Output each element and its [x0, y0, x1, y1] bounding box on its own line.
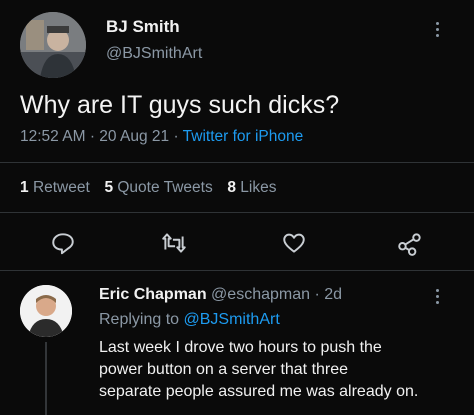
replying-to-prefix: Replying to	[99, 311, 180, 328]
likes-stat[interactable]: 8 Likes	[227, 179, 276, 196]
replying-to-handle[interactable]: @BJSmithArt	[184, 311, 280, 328]
retweets-label: Retweet	[32, 179, 90, 196]
likes-count: 8	[227, 179, 236, 196]
author-avatar[interactable]	[20, 12, 86, 78]
divider	[0, 212, 474, 213]
meta-separator: ·	[173, 128, 179, 145]
reply-text-line: separate people assured me was already o…	[99, 383, 419, 400]
reply-author-avatar[interactable]	[20, 285, 72, 337]
retweet-icon	[162, 233, 186, 253]
thread-line	[45, 342, 47, 415]
reply-more-options-icon[interactable]	[434, 289, 440, 304]
divider	[0, 162, 474, 163]
reply-header: Eric Chapman @eschapman · 2d	[99, 286, 342, 304]
author-handle[interactable]: @BJSmithArt	[106, 45, 202, 63]
retweet-button[interactable]	[160, 230, 188, 256]
retweets-count: 1	[20, 179, 29, 196]
reply-author-avatar-image	[20, 285, 72, 337]
likes-label: Likes	[240, 179, 277, 196]
author-name[interactable]: BJ Smith	[106, 17, 180, 37]
tweet-time[interactable]: 12:52 AM	[20, 128, 86, 145]
tweet-text: Why are IT guys such dicks?	[20, 91, 340, 119]
retweets-stat[interactable]: 1 Retweet	[20, 179, 94, 196]
tweet-source[interactable]: Twitter for iPhone	[183, 128, 304, 145]
reply-text-line: power button on a server that three	[99, 361, 349, 378]
divider	[0, 270, 474, 271]
quote-tweets-count: 5	[104, 179, 114, 196]
meta-separator: ·	[89, 128, 95, 145]
share-button[interactable]	[396, 230, 424, 256]
tweet-meta: 12:52 AM · 20 Aug 21 · Twitter for iPhon…	[20, 128, 303, 146]
quote-tweets-label: Quote Tweets	[117, 179, 213, 196]
replying-to: Replying to @BJSmithArt	[99, 311, 280, 329]
reply-icon	[52, 233, 74, 255]
heart-icon	[283, 233, 305, 253]
reply-time[interactable]: 2d	[324, 286, 342, 303]
reply-author-handle[interactable]: @eschapman	[211, 286, 310, 303]
like-button[interactable]	[281, 230, 307, 256]
reply-button[interactable]	[50, 230, 76, 256]
quote-tweets-stat[interactable]: 5 Quote Tweets	[104, 179, 217, 196]
reply-author-name[interactable]: Eric Chapman	[99, 286, 207, 303]
tweet-stats: 1 Retweet 5 Quote Tweets 8 Likes	[20, 179, 276, 197]
author-avatar-image	[20, 12, 86, 78]
more-options-icon[interactable]	[434, 22, 440, 37]
reply-text-line: Last week I drove two hours to push the	[99, 339, 382, 356]
share-icon	[398, 233, 421, 256]
reply-separator: ·	[314, 286, 320, 303]
tweet-date[interactable]: 20 Aug 21	[99, 128, 169, 145]
reply-text: Last week I drove two hours to push the …	[99, 337, 418, 403]
